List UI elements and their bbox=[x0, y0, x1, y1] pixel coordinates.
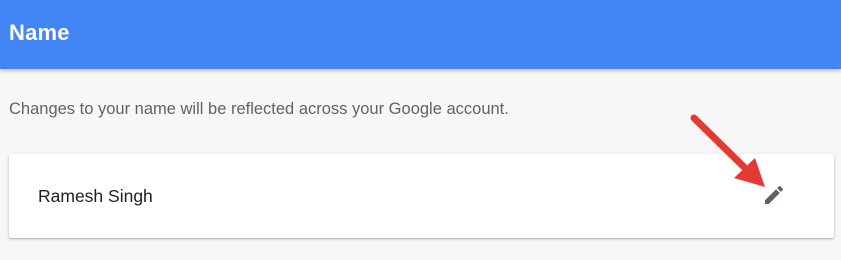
name-description: Changes to your name will be reflected a… bbox=[9, 100, 509, 118]
page-title: Name bbox=[9, 20, 70, 45]
edit-name-button[interactable] bbox=[759, 180, 789, 210]
pencil-icon bbox=[765, 185, 784, 204]
name-card: Ramesh Singh bbox=[9, 154, 834, 238]
app-header: Name bbox=[0, 0, 841, 69]
full-name-value: Ramesh Singh bbox=[38, 186, 153, 206]
